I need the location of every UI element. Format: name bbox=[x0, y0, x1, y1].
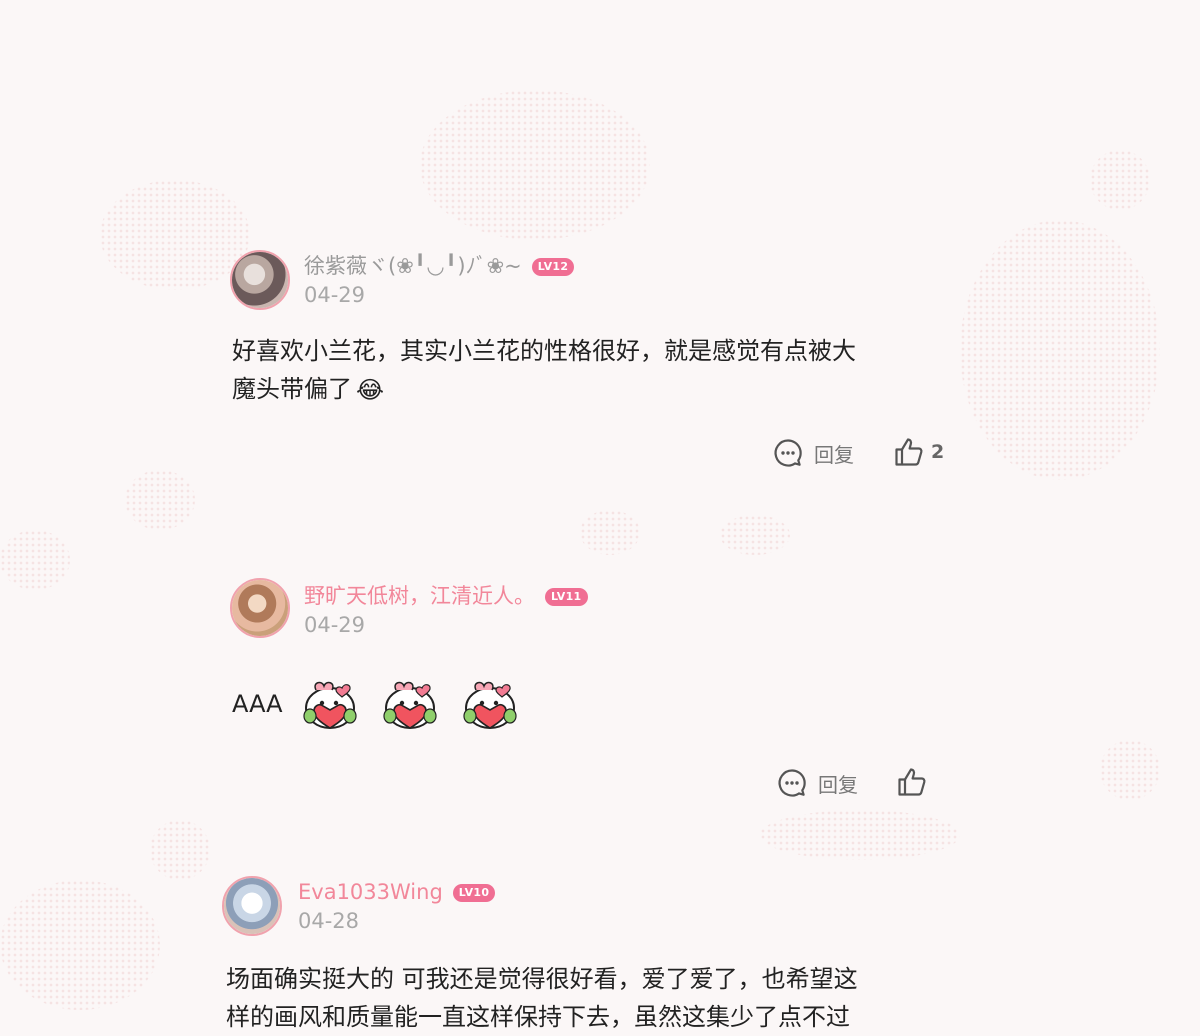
background-pattern bbox=[150, 820, 210, 880]
heart-sticker-icon bbox=[298, 676, 362, 732]
reply-icon bbox=[772, 437, 804, 469]
heart-sticker-icon bbox=[378, 676, 442, 732]
comment-text-line: 魔头带偏了 bbox=[232, 375, 352, 403]
like-count: 2 bbox=[931, 441, 945, 463]
background-pattern bbox=[100, 180, 250, 290]
background-pattern bbox=[760, 810, 960, 860]
background-pattern bbox=[0, 880, 160, 1010]
level-badge: LV11 bbox=[545, 588, 588, 606]
background-pattern bbox=[960, 220, 1160, 480]
comment-text: 好喜欢小兰花，其实小兰花的性格很好，就是感觉有点被大 魔头带偏了 😂 bbox=[232, 332, 962, 409]
comment-date: 04-29 bbox=[304, 613, 366, 637]
level-badge: LV10 bbox=[452, 884, 496, 902]
background-pattern bbox=[1090, 150, 1150, 210]
background-pattern bbox=[420, 90, 650, 240]
heart-sticker-icon bbox=[458, 676, 522, 732]
username-text[interactable]: 野旷天低树，江清近人。 bbox=[304, 584, 535, 608]
comment-text-line: 样的画风和质量能一直这样保持下去，虽然这集少了点不过 bbox=[226, 1003, 850, 1031]
comment-text-line: 好喜欢小兰花，其实小兰花的性格很好，就是感觉有点被大 bbox=[232, 337, 856, 365]
avatar[interactable] bbox=[230, 250, 290, 310]
reply-label: 回复 bbox=[814, 442, 854, 467]
reply-icon bbox=[776, 767, 808, 799]
background-pattern bbox=[125, 470, 195, 530]
avatar[interactable] bbox=[222, 876, 282, 936]
comment-text-line: AAA bbox=[232, 690, 283, 718]
like-icon bbox=[896, 766, 928, 798]
background-pattern bbox=[0, 530, 70, 590]
laughing-emoji-icon: 😂 bbox=[356, 376, 385, 404]
background-pattern bbox=[580, 510, 640, 555]
comment-text: AAA bbox=[232, 676, 522, 732]
username[interactable]: 徐紫薇ヾ(❀╹◡╹)ﾉﾞ❀~ LV12 bbox=[304, 252, 575, 280]
comment-text: 场面确实挺大的 可我还是觉得很好看，爱了爱了，也希望这 样的画风和质量能一直这样… bbox=[226, 960, 966, 1036]
username[interactable]: Eva1033Wing LV10 bbox=[298, 878, 496, 906]
reply-button[interactable]: 回复 bbox=[772, 437, 854, 469]
avatar[interactable] bbox=[230, 578, 290, 638]
comment-date: 04-28 bbox=[298, 909, 360, 933]
reply-button[interactable]: 回复 bbox=[776, 767, 858, 799]
level-badge: LV12 bbox=[531, 258, 575, 276]
comment-date: 04-29 bbox=[304, 283, 366, 307]
username-text[interactable]: Eva1033Wing bbox=[298, 880, 443, 904]
username[interactable]: 野旷天低树，江清近人。 LV11 bbox=[304, 582, 588, 610]
comment-text-line: 场面确实挺大的 可我还是觉得很好看，爱了爱了，也希望这 bbox=[226, 965, 858, 993]
like-icon bbox=[893, 436, 925, 468]
background-pattern bbox=[1100, 740, 1160, 800]
username-text[interactable]: 徐紫薇ヾ(❀╹◡╹)ﾉﾞ❀~ bbox=[304, 254, 522, 278]
background-pattern bbox=[720, 515, 790, 555]
like-button[interactable] bbox=[896, 766, 928, 798]
like-button[interactable]: 2 bbox=[893, 436, 944, 468]
reply-label: 回复 bbox=[818, 772, 858, 797]
